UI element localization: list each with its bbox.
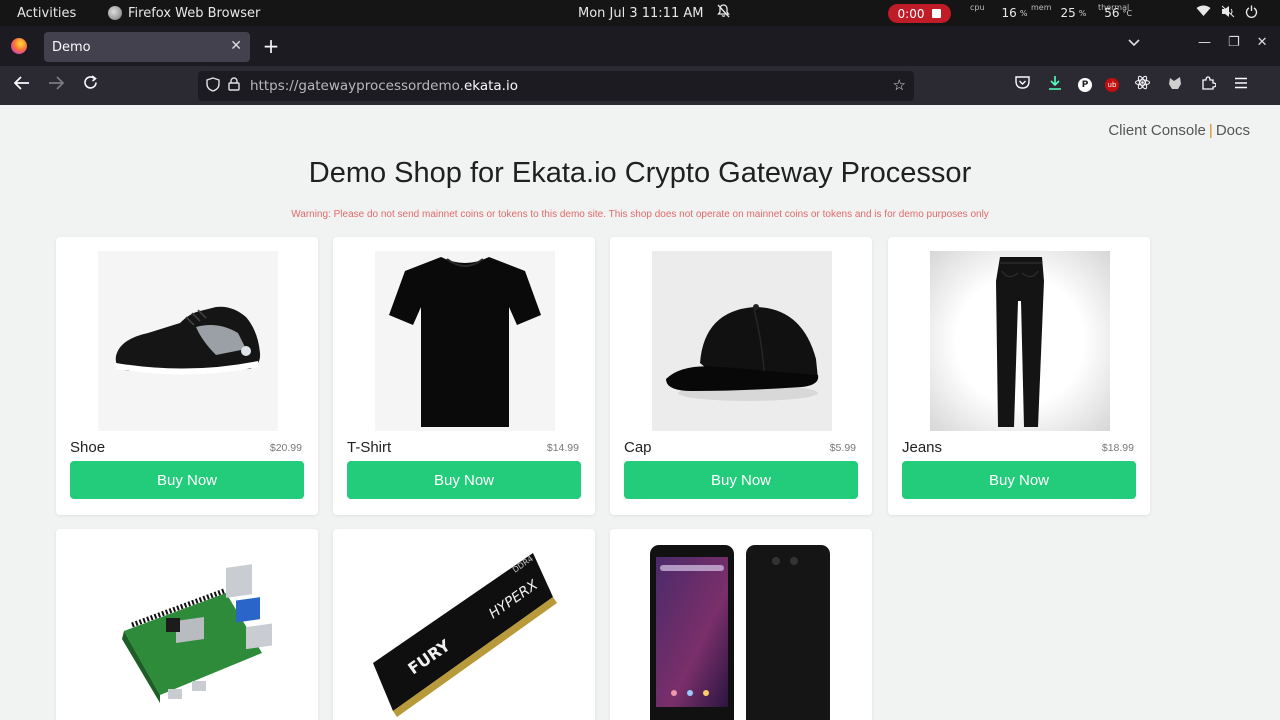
product-card-cap: Cap $5.99 Buy Now [610,237,872,515]
cpu-label: cpu [970,2,985,12]
product-price: $18.99 [1101,442,1134,454]
buy-now-button[interactable]: Buy Now [70,461,304,499]
product-name: Cap [624,439,652,456]
page-content: Client Console | Docs Demo Shop for Ekata.… [0,105,1280,720]
maximize-icon[interactable]: ❐ [1228,35,1240,50]
cpu-unit: % [1019,8,1028,18]
ublock-origin-icon[interactable]: ub [1105,77,1119,92]
notifications-muted-icon [717,4,731,22]
forward-button[interactable] [45,74,67,96]
extension-p-icon[interactable]: P [1078,77,1092,92]
top-links: Client Console | Docs [1108,122,1250,139]
new-tab-button[interactable]: + [262,34,280,58]
url-domain: ekata.io [463,78,518,94]
url-text: https://gatewayprocessordemo.ekata.io [250,78,518,94]
wifi-icon [1196,5,1211,21]
product-card-jeans: Jeans $18.99 Buy Now [888,237,1150,515]
app-menu[interactable]: Firefox Web Browser [108,0,260,26]
link-separator: | [1208,122,1213,139]
cpu-monitor: cpu 16% [970,0,1027,26]
mem-value: 25 [1060,6,1076,20]
minimize-icon[interactable]: — [1198,35,1211,50]
hamburger-menu-icon[interactable] [1231,77,1251,93]
client-console-link[interactable]: Client Console [1108,122,1206,139]
chevron-down-icon [1128,39,1140,47]
firefox-logo-icon [11,38,27,54]
buy-now-button[interactable]: Buy Now [624,461,858,499]
bookmark-star-icon[interactable]: ☆ [893,76,906,94]
extensions-puzzle-icon[interactable] [1198,75,1218,94]
window-controls: — ❐ ✕ [1198,35,1268,50]
product-name: T-Shirt [347,439,392,456]
volume-icon [1221,5,1235,22]
product-name: Shoe [70,439,106,456]
mem-unit: % [1078,8,1087,18]
product-card-smartphone [610,529,872,720]
product-card-ram: FURY HYPERX DDR4 [333,529,595,720]
thermal-monitor: thermal 56 °C [1098,0,1132,26]
mem-monitor: mem 25% [1031,0,1086,26]
screen-recording-indicator[interactable]: 0:00 [888,4,951,23]
back-arrow-icon [13,76,29,90]
downloads-icon[interactable] [1045,75,1065,94]
reload-button[interactable] [79,74,101,96]
product-price: $20.99 [269,442,302,454]
docs-link[interactable]: Docs [1216,122,1250,139]
raspberry-pi-image[interactable] [76,543,296,720]
product-price: $5.99 [829,442,856,454]
clock-text: Mon Jul 3 11:11 AM [578,5,704,21]
address-bar[interactable]: https://gatewayprocessordemo.ekata.io ☆ [198,71,914,101]
mem-label: mem [1031,2,1052,12]
stop-icon [932,9,942,18]
smartphones-image[interactable] [646,543,836,720]
tab-strip: Demo ✕ + — ❐ ✕ [0,26,1280,66]
forward-arrow-icon [49,76,65,90]
recording-time: 0:00 [897,6,925,21]
close-window-icon[interactable]: ✕ [1257,35,1268,50]
activities-button[interactable]: Activities [17,0,76,26]
jeans-image[interactable] [930,251,1110,431]
toolbar-extensions: P ub [1012,75,1251,94]
cap-image[interactable] [652,251,832,431]
cpu-value: 16 [1001,6,1017,20]
product-card-tshirt: T-Shirt $14.99 Buy Now [333,237,595,515]
list-tabs-button[interactable] [1128,36,1140,50]
metamask-fox-icon[interactable] [1165,76,1185,94]
mainnet-warning: Warning: Please do not send mainnet coin… [291,209,989,220]
close-tab-icon[interactable]: ✕ [230,38,242,54]
ram-stick-image[interactable]: FURY HYPERX DDR4 [353,543,583,720]
system-menu[interactable] [1196,0,1258,26]
url-prefix: https://gatewayprocessordemo. [250,78,464,94]
system-top-bar: Activities Firefox Web Browser Mon Jul 3… [0,0,1280,26]
tracking-protection-shield-icon[interactable] [206,76,220,96]
reload-icon [83,75,97,89]
buy-now-button[interactable]: Buy Now [347,461,581,499]
pocket-icon[interactable] [1012,76,1032,93]
lock-icon[interactable] [228,77,240,95]
back-button[interactable] [11,74,33,96]
product-price: $14.99 [546,442,579,454]
navigation-toolbar: https://gatewayprocessordemo.ekata.io ☆ … [0,66,1280,105]
power-icon [1245,5,1258,22]
shoe-image[interactable] [98,251,278,431]
product-name: Jeans [902,439,943,456]
clock[interactable]: Mon Jul 3 11:11 AM [578,0,731,26]
product-card-raspberry-pi [56,529,318,720]
tab-demo[interactable]: Demo ✕ [44,32,250,62]
tshirt-image[interactable] [375,251,555,431]
app-name: Firefox Web Browser [128,5,261,21]
firefox-icon [108,6,122,20]
tab-title: Demo [52,39,91,55]
page-title: Demo Shop for Ekata.io Crypto Gateway Pr… [308,157,972,189]
thermal-label: thermal [1098,2,1130,12]
buy-now-button[interactable]: Buy Now [902,461,1136,499]
product-card-shoe: Shoe $20.99 Buy Now [56,237,318,515]
react-devtools-icon[interactable] [1132,75,1152,94]
